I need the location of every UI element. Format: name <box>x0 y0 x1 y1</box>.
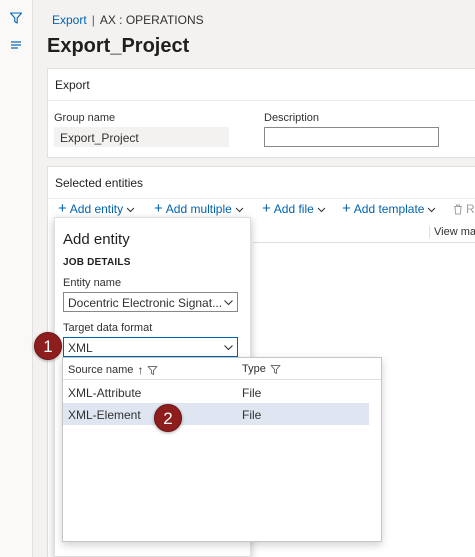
flyout-title: Add entity <box>63 231 130 248</box>
chevron-down-icon <box>126 207 135 212</box>
add-file-button[interactable]: + Add file <box>262 200 326 217</box>
description-label: Description <box>264 112 320 124</box>
add-template-button[interactable]: + Add template <box>342 200 436 217</box>
row-type: File <box>242 408 262 422</box>
chevron-down-icon <box>235 207 244 212</box>
entity-name-label: Entity name <box>63 277 122 289</box>
plus-icon: + <box>342 200 351 217</box>
breadcrumb: Export | AX : OPERATIONS <box>52 13 204 27</box>
column-header-view-map[interactable]: View ma <box>429 226 475 238</box>
chevron-down-icon <box>317 207 326 212</box>
plus-icon: + <box>58 200 67 217</box>
add-template-label: Add template <box>353 202 425 216</box>
group-name-label: Group name <box>54 112 116 124</box>
selected-entities-header[interactable]: Selected entities <box>48 167 475 199</box>
filter-icon[interactable] <box>9 11 23 25</box>
add-entity-label: Add entity <box>69 202 124 216</box>
remove-label: R <box>466 202 475 216</box>
export-card: Export Group name Export_Project Descrip… <box>47 68 475 158</box>
column-header-type[interactable]: Type <box>242 363 281 375</box>
group-name-value: Export_Project <box>54 127 229 147</box>
row-type: File <box>242 386 262 400</box>
breadcrumb-export-link[interactable]: Export <box>52 13 87 27</box>
chevron-down-icon <box>428 207 436 212</box>
dropdown-row-xml-element[interactable]: XML-Element File <box>63 403 369 425</box>
row-source-name: XML-Element <box>68 408 141 422</box>
page-title: Export_Project <box>47 35 190 57</box>
target-format-dropdown: Source name ↑ Type XML-Attribute File XM… <box>62 357 382 542</box>
list-icon[interactable] <box>9 38 23 52</box>
export-card-title: Export <box>55 78 90 92</box>
column-header-source-name[interactable]: Source name ↑ <box>68 363 159 377</box>
filter-icon[interactable] <box>270 364 281 375</box>
type-header-label: Type <box>242 363 266 375</box>
export-card-header[interactable]: Export <box>48 69 475 101</box>
filter-icon[interactable] <box>147 365 159 376</box>
description-field[interactable] <box>264 127 439 147</box>
selected-entities-title: Selected entities <box>55 176 144 190</box>
entities-grid-header: View ma <box>253 223 475 243</box>
target-format-combo[interactable]: XML <box>63 337 238 357</box>
chevron-down-icon <box>224 300 233 306</box>
add-multiple-button[interactable]: + Add multiple <box>154 200 244 217</box>
entity-name-combo[interactable]: Docentric Electronic Signat... <box>63 292 238 312</box>
dropdown-header: Source name ↑ Type <box>63 358 381 380</box>
step-callout-1: 1 <box>34 332 62 360</box>
target-format-label: Target data format <box>63 322 153 334</box>
plus-icon: + <box>154 200 163 217</box>
add-entity-button[interactable]: + Add entity <box>58 200 135 217</box>
job-details-heading: JOB DETAILS <box>63 257 131 268</box>
add-file-label: Add file <box>273 202 314 216</box>
breadcrumb-separator: | <box>91 13 95 27</box>
chevron-down-icon <box>224 345 233 351</box>
dropdown-row-xml-attribute[interactable]: XML-Attribute File <box>63 381 369 403</box>
entity-name-value: Docentric Electronic Signat... <box>68 296 223 310</box>
step-callout-2: 2 <box>154 404 182 432</box>
plus-icon: + <box>262 200 271 217</box>
add-multiple-label: Add multiple <box>165 202 232 216</box>
trash-icon <box>454 204 462 214</box>
target-format-value: XML <box>68 341 93 355</box>
source-name-header-label: Source name <box>68 364 134 376</box>
company-label: AX : OPERATIONS <box>99 13 204 27</box>
left-rail <box>0 0 33 557</box>
sort-ascending-icon: ↑ <box>137 363 144 377</box>
row-source-name: XML-Attribute <box>68 386 142 400</box>
remove-button[interactable]: R <box>453 202 475 216</box>
